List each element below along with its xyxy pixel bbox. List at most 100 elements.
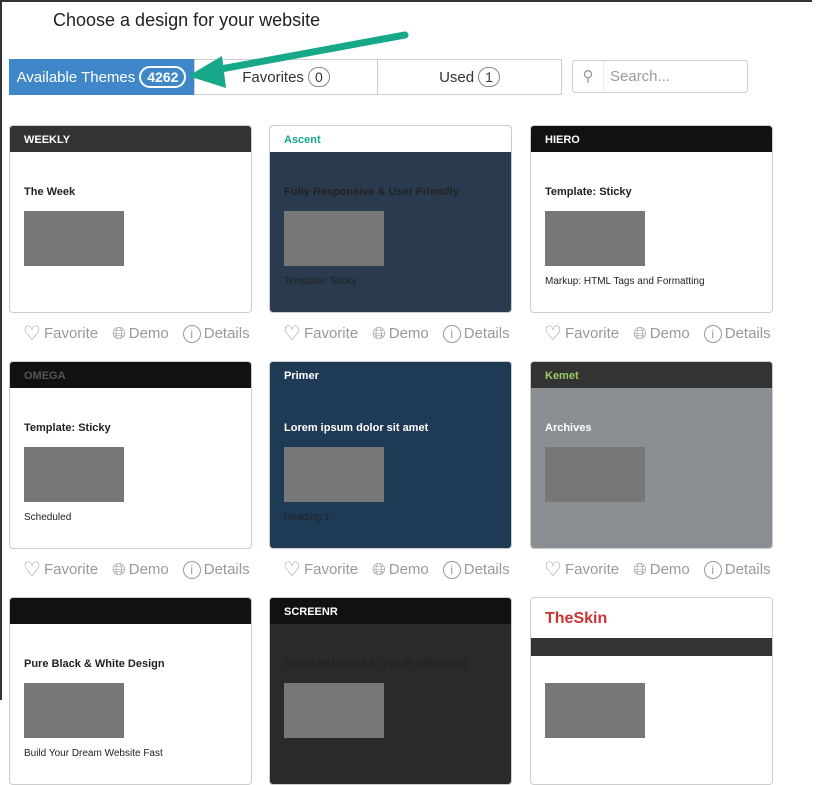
theme-caption: Archives <box>545 422 592 434</box>
theme-card[interactable]: Ryan Pure Black & White Design Build You… <box>9 597 252 785</box>
favorite-button[interactable]: ♡ Favorite <box>23 321 98 346</box>
theme-image <box>284 211 384 266</box>
theme-name: Ascent <box>284 134 321 146</box>
favorite-label: Favorite <box>564 561 620 578</box>
theme-caption: The Week <box>24 186 76 198</box>
tab-label: Used <box>439 68 475 86</box>
details-button[interactable]: i Details <box>703 557 771 582</box>
theme-actions: ♡ Favorite 🌐︎ Demo i Details <box>544 321 787 346</box>
demo-label: Demo <box>388 325 429 342</box>
favorite-label: Favorite <box>43 325 99 342</box>
theme-name: OMEGA <box>24 370 66 382</box>
demo-label: Demo <box>649 561 690 578</box>
details-label: Details <box>724 561 771 578</box>
theme-name: Ryan <box>24 606 51 618</box>
demo-label: Demo <box>128 561 169 578</box>
theme-actions: ♡ Favorite 🌐︎ Demo i Details <box>283 321 526 346</box>
favorite-label: Favorite <box>303 561 359 578</box>
heart-icon: ♡ <box>23 559 41 581</box>
theme-image <box>284 447 384 502</box>
demo-button[interactable]: 🌐︎ Demo <box>112 321 169 346</box>
globe-icon: 🌐︎ <box>633 323 647 343</box>
globe-icon: 🌐︎ <box>112 559 126 579</box>
details-button[interactable]: i Details <box>182 557 250 582</box>
details-label: Details <box>203 561 250 578</box>
details-button[interactable]: i Details <box>703 321 771 346</box>
demo-label: Demo <box>649 325 690 342</box>
theme-name: TheSkin <box>545 610 608 627</box>
theme-actions: ♡ Favorite 🌐︎ Demo i Details <box>23 557 266 582</box>
theme-image <box>24 447 124 502</box>
globe-icon: 🌐︎ <box>372 559 386 579</box>
heart-icon: ♡ <box>544 323 562 345</box>
theme-caption: FEATURES <box>545 658 604 670</box>
heart-icon: ♡ <box>544 559 562 581</box>
theme-caption: Pure Black & White Design <box>24 658 165 670</box>
theme-card[interactable]: TheSkin FEATURES <box>530 597 773 785</box>
favorite-button[interactable]: ♡ Favorite <box>544 557 619 582</box>
demo-button[interactable]: 🌐︎ Demo <box>112 557 169 582</box>
tab-available-themes[interactable]: Available Themes 4262 <box>9 59 194 95</box>
favorite-label: Favorite <box>564 325 620 342</box>
details-label: Details <box>203 325 250 342</box>
window-frame <box>0 0 812 700</box>
info-icon: i <box>703 324 722 343</box>
theme-card[interactable]: HIERO Template: Sticky Markup: HTML Tags… <box>530 125 773 313</box>
favorite-button[interactable]: ♡ Favorite <box>283 557 358 582</box>
details-button[interactable]: i Details <box>442 321 510 346</box>
theme-name: SCREENR <box>284 606 338 618</box>
theme-card[interactable]: Ascent Fully Responsive & User Friendly … <box>269 125 512 313</box>
details-button[interactable]: i Details <box>182 321 250 346</box>
demo-label: Demo <box>388 561 429 578</box>
heart-icon: ♡ <box>283 323 301 345</box>
demo-button[interactable]: 🌐︎ Demo <box>633 557 690 582</box>
details-button[interactable]: i Details <box>442 557 510 582</box>
theme-caption: Lorem ipsum dolor sit amet <box>284 422 429 434</box>
theme-image <box>545 447 645 502</box>
globe-icon: 🌐︎ <box>372 323 386 343</box>
favorite-button[interactable]: ♡ Favorite <box>544 321 619 346</box>
theme-card[interactable]: OMEGA Template: Sticky Scheduled <box>9 361 252 549</box>
globe-icon: 🌐︎ <box>633 559 647 579</box>
info-icon: i <box>182 560 201 579</box>
theme-caption: Fully Responsive & User Friendly <box>284 186 459 198</box>
theme-card[interactable]: Kemet Archives <box>530 361 773 549</box>
theme-actions: ♡ Favorite 🌐︎ Demo i Details <box>544 557 787 582</box>
favorite-label: Favorite <box>43 561 99 578</box>
theme-image <box>24 683 124 738</box>
theme-card[interactable]: Primer Lorem ipsum dolor sit amet Headin… <box>269 361 512 549</box>
theme-card[interactable]: WEEKLY The Week <box>9 125 252 313</box>
favorite-label: Favorite <box>303 325 359 342</box>
theme-actions: ♡ Favorite 🌐︎ Demo i Details <box>283 557 526 582</box>
theme-image <box>545 211 645 266</box>
demo-button[interactable]: 🌐︎ Demo <box>372 557 429 582</box>
search-icon: ⚲ <box>573 61 604 92</box>
theme-actions: ♡ Favorite 🌐︎ Demo i Details <box>23 321 266 346</box>
info-icon: i <box>442 560 461 579</box>
theme-name: Primer <box>284 370 319 382</box>
details-label: Details <box>724 325 771 342</box>
theme-caption: Template: Sticky <box>545 186 632 198</box>
search-input[interactable]: ⚲ Search... <box>572 60 748 93</box>
demo-button[interactable]: 🌐︎ Demo <box>372 321 429 346</box>
theme-caption: Template: Sticky <box>24 422 111 434</box>
theme-subcaption: Build Your Dream Website Fast <box>24 748 163 759</box>
theme-subcaption: Heading 1 <box>284 512 330 523</box>
details-label: Details <box>463 561 510 578</box>
count-badge: 1 <box>478 67 500 87</box>
heart-icon: ♡ <box>283 559 301 581</box>
favorite-button[interactable]: ♡ Favorite <box>23 557 98 582</box>
globe-icon: 🌐︎ <box>112 323 126 343</box>
theme-name: HIERO <box>545 134 580 146</box>
theme-name: WEEKLY <box>24 134 71 146</box>
demo-button[interactable]: 🌐︎ Demo <box>633 321 690 346</box>
arrow-annotation <box>188 31 409 88</box>
theme-image <box>24 211 124 266</box>
theme-card[interactable]: SCREENR YOUR BUSINESS, YOUR WEBSITE <box>269 597 512 785</box>
demo-label: Demo <box>128 325 169 342</box>
theme-subcaption: Template: Sticky <box>284 276 357 287</box>
theme-caption: YOUR BUSINESS, YOUR WEBSITE <box>284 658 466 670</box>
search-placeholder: Search... <box>610 68 671 85</box>
info-icon: i <box>182 324 201 343</box>
favorite-button[interactable]: ♡ Favorite <box>283 321 358 346</box>
